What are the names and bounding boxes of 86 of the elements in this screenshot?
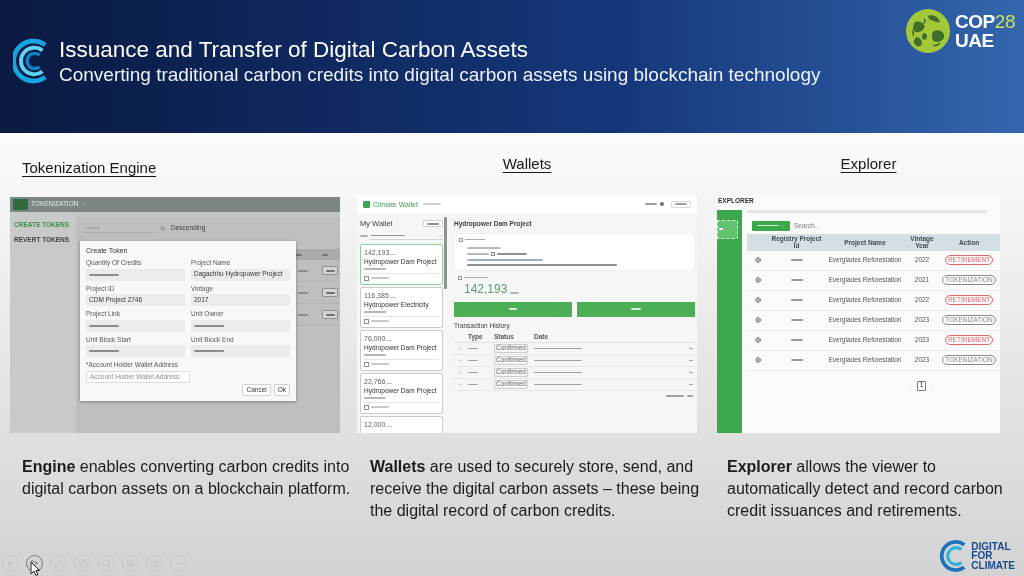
logo-text: CLIMATE [971,560,1015,571]
blurred-text-bar [298,313,308,316]
blurred-text-bar [467,246,501,249]
input-field[interactable] [191,319,290,332]
section-heading: Explorer [840,155,897,172]
blurred-text-bar [534,347,582,350]
globe-icon [755,297,761,303]
row-action-button[interactable] [322,266,338,275]
row-action-button[interactable] [322,310,338,319]
blurred-text-bar [298,269,308,272]
square-icon [491,251,495,256]
balance-amount: 142,193 [464,282,508,295]
logo-text: COP [955,12,995,31]
description-text: Engine enables converting carbon credits into digital carbon assets on a blockchain platform. [22,457,352,499]
blurred-text-bar [89,273,119,276]
app-logo-icon [363,200,370,208]
logo-text: DIGITAL [971,541,1012,552]
search-icon [160,226,165,231]
action-button[interactable] [454,301,572,317]
blurred-text-bar [467,252,489,255]
section-heading: Wallets [502,155,552,172]
input-field[interactable] [86,268,185,281]
square-icon [364,318,369,324]
slide-subtitle: Converting traditional carbon credits into digital carbon assets using blockchain technology [59,63,821,86]
pointer-icon [30,559,39,568]
blurred-text-bar [689,383,693,386]
globe-icon [755,257,761,263]
blurred-text-bar [325,269,335,272]
export-button[interactable] [423,220,443,228]
square-icon [459,237,463,242]
globe-icon [755,317,761,323]
blurred-text-bar [465,238,485,241]
blurred-text-bar [689,371,693,374]
nav-item[interactable] [717,219,738,239]
globe-icon [755,277,761,283]
expand-icon[interactable] [458,358,463,363]
avatar-icon [660,202,664,206]
square-icon [364,404,369,410]
expand-icon[interactable] [458,346,463,351]
leafy-globe-icon [906,9,951,53]
square-icon [364,361,369,367]
blurred-text-bar [510,291,520,294]
blurred-text-bar [468,347,478,350]
expand-icon[interactable] [458,370,463,375]
row-action-button[interactable] [322,288,338,297]
blurred-text-bar [298,291,308,294]
blurred-text-bar [194,324,224,327]
scrollbar-thumb[interactable] [444,217,447,289]
square-icon [458,275,462,280]
blurred-text-bar [468,383,478,386]
blurred-text-bar [89,324,119,327]
app-logo-icon [13,199,28,210]
blurred-text-bar [325,313,335,316]
mouse-cursor-icon [30,561,40,576]
caret-icon [81,202,87,207]
description-text: Wallets are used to securely store, send, and receive the digital carbon assets – these being the digital record of carbon credits. [370,457,701,521]
blurred-text-bar [468,359,478,362]
input-field[interactable] [191,345,290,357]
logo-text: FOR [971,551,993,561]
globe-icon [755,357,761,363]
blurred-text-bar [464,276,488,279]
blurred-text-bar [468,371,478,374]
section-heading: Tokenization Engine [22,159,157,176]
blurred-text-bar [322,253,328,256]
sort-dropdown[interactable] [370,232,443,240]
blurred-text-bar [325,291,335,294]
description-text: Explorer allows the viewer to automatically detect and record carbon credit issuances and retirements. [727,457,1004,521]
input-field[interactable] [86,319,185,332]
blurred-text-bar [689,359,693,362]
blurred-text-bar [534,359,582,362]
action-button[interactable] [577,301,695,317]
slide-title: Issuance and Transfer of Digital Carbon Assets [59,36,529,63]
account-button[interactable] [671,200,691,208]
blurred-text-bar [371,234,405,237]
blurred-text-bar [497,252,527,255]
square-icon [364,275,369,281]
blurred-text-bar [534,383,582,386]
filter-dropdown[interactable] [752,220,790,231]
blurred-text-bar [689,347,693,350]
expand-icon[interactable] [458,382,463,387]
input-field[interactable] [86,345,185,357]
globe-icon [755,337,761,343]
logo-text: UAE [955,31,995,50]
blurred-text-bar [534,371,582,374]
blurred-text-bar [757,224,779,227]
logo-number: 28 [994,12,1015,31]
